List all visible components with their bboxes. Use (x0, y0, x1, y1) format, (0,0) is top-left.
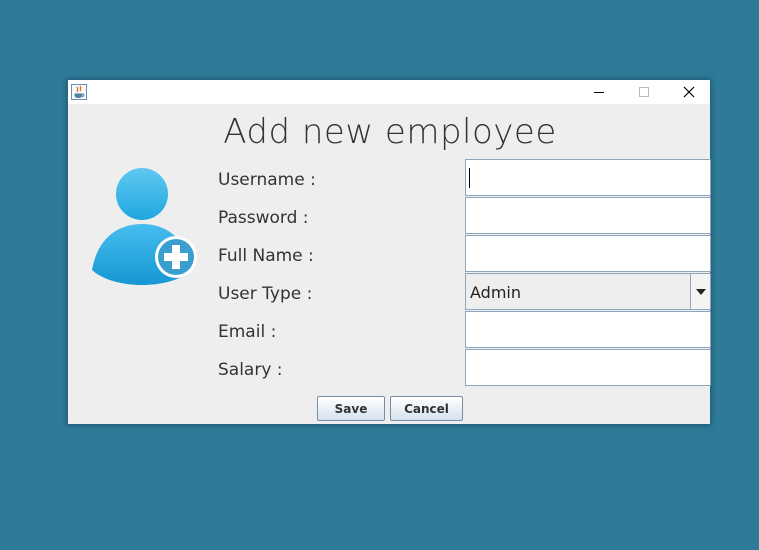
user-type-label: User Type : (218, 284, 313, 304)
window-titlebar[interactable] (68, 80, 710, 104)
chevron-down-icon (695, 288, 706, 295)
maximize-button[interactable] (621, 80, 666, 104)
salary-field[interactable] (465, 349, 711, 386)
username-field[interactable] (465, 159, 711, 196)
username-label: Username : (218, 170, 316, 190)
user-type-select[interactable]: Admin (465, 273, 711, 310)
close-icon (683, 86, 694, 98)
minimize-button[interactable] (576, 80, 621, 104)
full-name-label: Full Name : (218, 246, 314, 266)
save-button[interactable]: Save (317, 396, 385, 421)
email-field[interactable] (465, 311, 711, 348)
java-icon[interactable] (71, 84, 87, 100)
minimize-icon (593, 92, 604, 93)
salary-label: Salary : (218, 360, 283, 380)
password-label: Password : (218, 208, 309, 228)
text-caret (469, 168, 470, 188)
maximize-icon (638, 87, 649, 97)
add-user-icon (90, 166, 200, 290)
user-type-value: Admin (470, 283, 521, 302)
password-field[interactable] (465, 197, 711, 234)
full-name-field[interactable] (465, 235, 711, 272)
cancel-button[interactable]: Cancel (390, 396, 463, 421)
add-employee-window: Add new employee Username : Password: F… (67, 79, 711, 425)
user-type-dropdown-button[interactable] (690, 274, 710, 309)
email-label: Email : (218, 322, 277, 342)
page-title: Add new employee (223, 112, 557, 152)
close-button[interactable] (666, 80, 711, 104)
